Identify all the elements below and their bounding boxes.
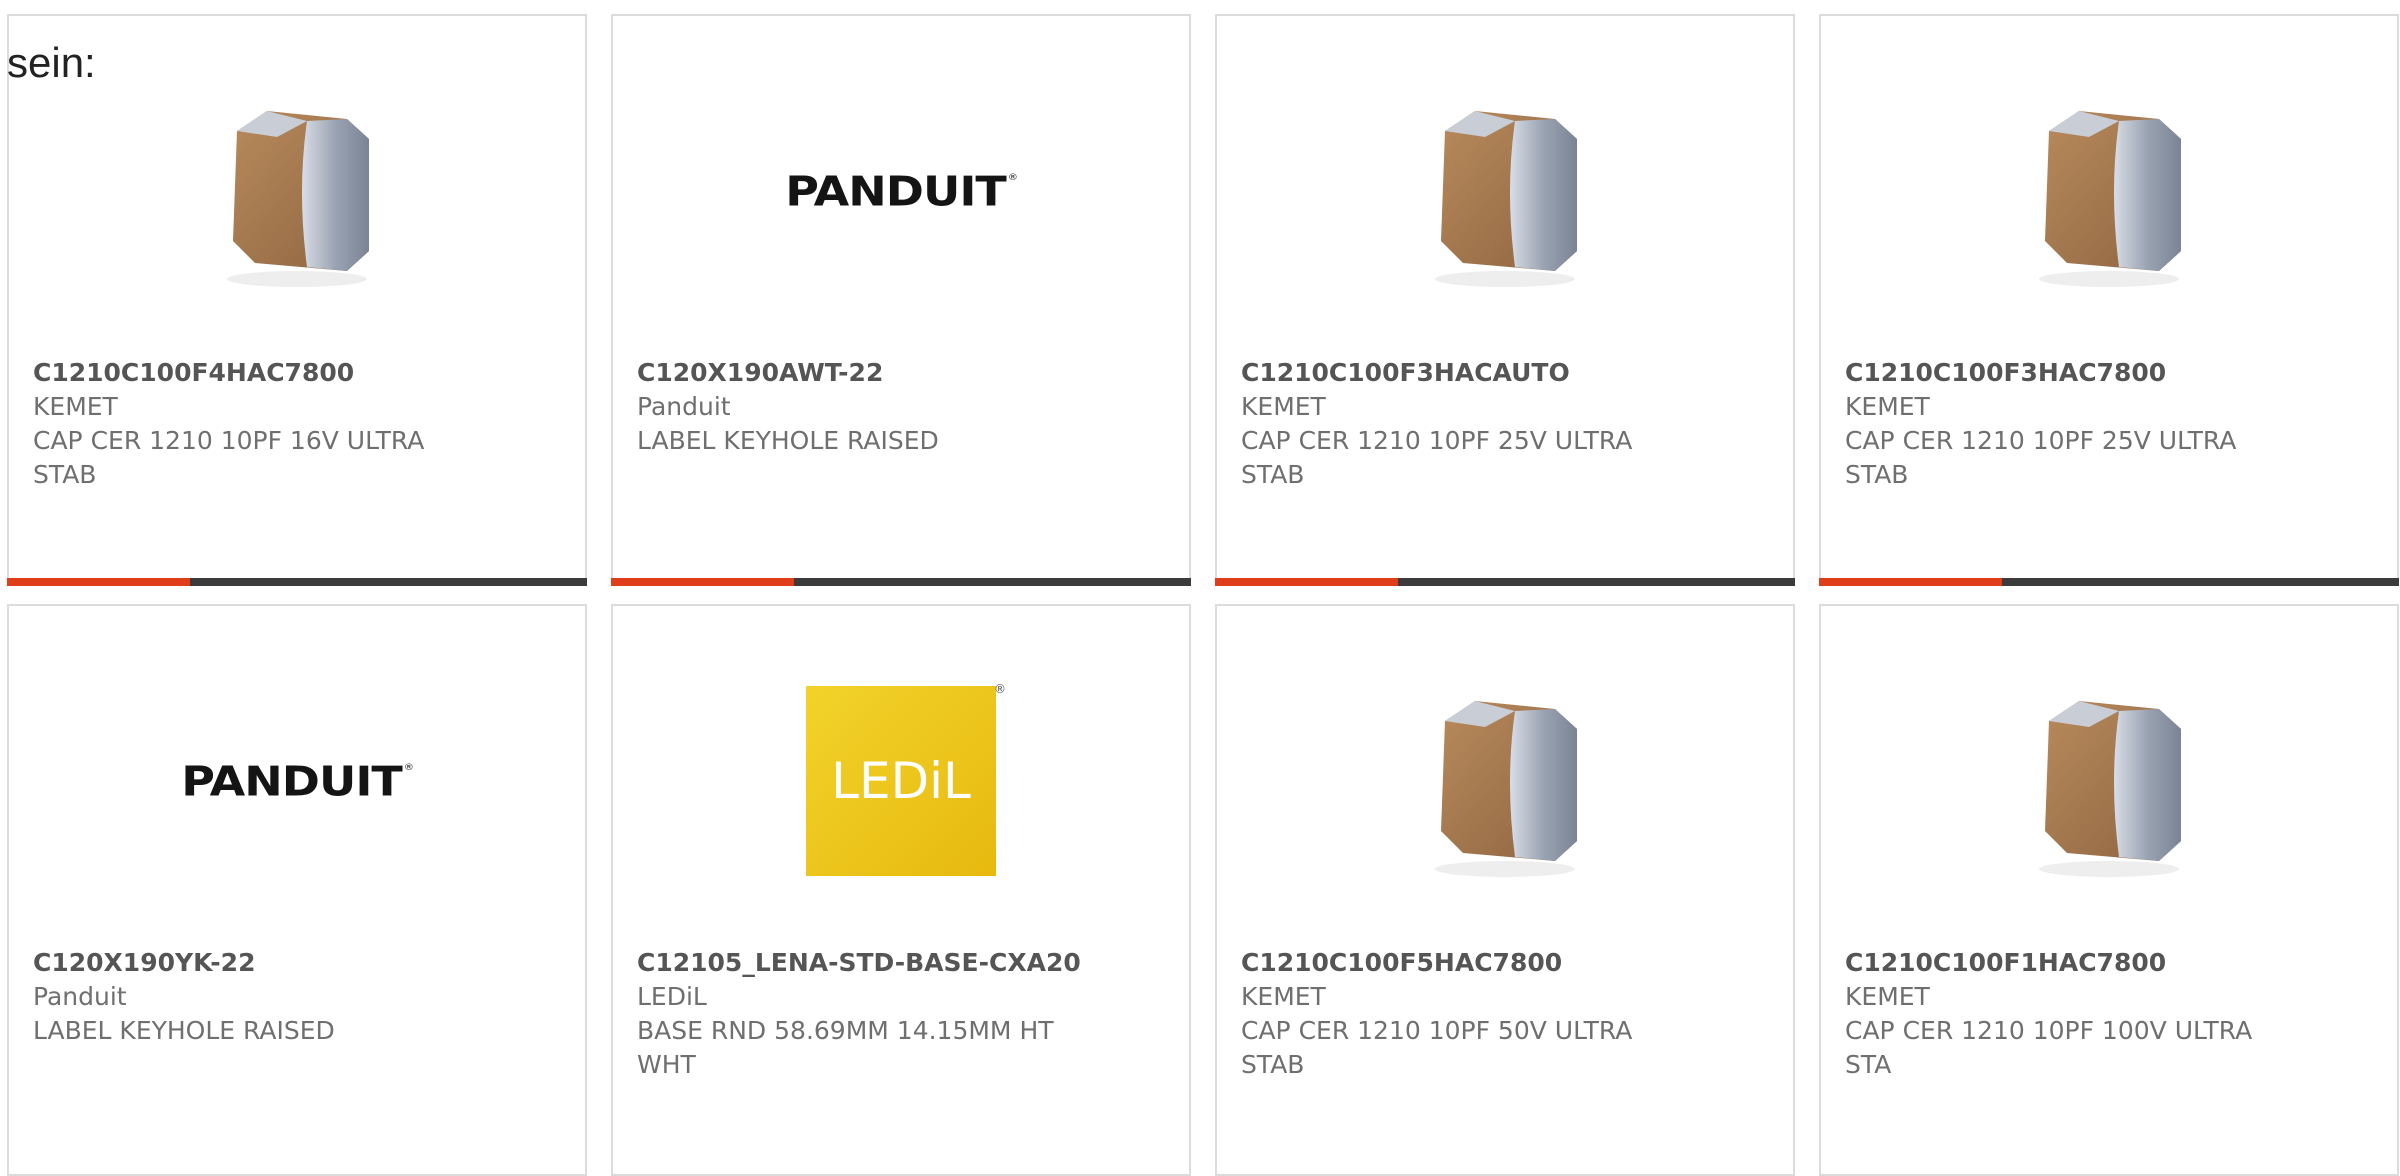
manufacturer: Panduit (33, 982, 127, 1011)
product-image[interactable] (1217, 86, 1793, 296)
card-bottom-bar (611, 578, 1191, 586)
description: LABEL KEYHOLE RAISED (637, 426, 939, 455)
product-card[interactable]: C1210C100F5HAC7800 KEMET CAP CER 1210 10… (1215, 604, 1795, 1176)
product-card[interactable]: PANDUIT ® C120X190AWT-22 Panduit LABEL KE… (611, 14, 1191, 586)
part-number[interactable]: C1210C100F3HACAUTO (1241, 358, 1570, 387)
manufacturer: KEMET (1845, 982, 1930, 1011)
capacitor-image (1435, 111, 1577, 287)
description: BASE RND 58.69MM 14.15MM HT WHT (637, 1016, 1054, 1079)
part-number[interactable]: C1210C100F5HAC7800 (1241, 948, 1562, 977)
description: LABEL KEYHOLE RAISED (33, 1016, 335, 1045)
stray-text: sein: (7, 39, 96, 86)
product-image[interactable]: PANDUIT ® (9, 676, 585, 886)
part-number[interactable]: C1210C100F1HAC7800 (1845, 948, 2166, 977)
manufacturer: Panduit (637, 392, 731, 421)
product-card[interactable]: LEDiL ® C12105_LENA-STD-BASE-CXA20 LEDiL … (611, 604, 1191, 1176)
part-number[interactable]: C120X190YK-22 (33, 948, 255, 977)
card-bottom-bar (1215, 578, 1795, 586)
capacitor-image (2039, 111, 2181, 287)
product-image[interactable]: LEDiL ® (613, 676, 1189, 886)
card-bottom-bar (1819, 578, 2399, 586)
part-number[interactable]: C120X190AWT-22 (637, 358, 883, 387)
part-number[interactable]: C1210C100F4HAC7800 (33, 358, 354, 387)
product-card[interactable]: C1210C100F3HACAUTO KEMET CAP CER 1210 10… (1215, 14, 1795, 586)
capacitor-image (227, 111, 369, 287)
description: CAP CER 1210 10PF 25V ULTRA STAB (1845, 426, 2237, 489)
product-card[interactable]: C1210C100F4HAC7800 KEMET CAP CER 1210 10… (7, 14, 587, 586)
product-image[interactable] (1821, 676, 2397, 886)
description: CAP CER 1210 10PF 100V ULTRA STA (1845, 1016, 2253, 1079)
product-card[interactable]: C1210C100F1HAC7800 KEMET CAP CER 1210 10… (1819, 604, 2399, 1176)
manufacturer: KEMET (1241, 982, 1326, 1011)
part-number[interactable]: C12105_LENA-STD-BASE-CXA20 (637, 948, 1081, 977)
description: CAP CER 1210 10PF 50V ULTRA STAB (1241, 1016, 1633, 1079)
manufacturer: KEMET (33, 392, 118, 421)
product-image[interactable]: PANDUIT ® (613, 86, 1189, 296)
manufacturer: LEDiL (637, 982, 707, 1011)
card-bottom-bar (7, 578, 587, 586)
ledil-logo: LEDiL ® (806, 682, 1006, 876)
product-image[interactable] (1217, 676, 1793, 886)
capacitor-image (1435, 701, 1577, 877)
product-image[interactable] (9, 86, 585, 296)
panduit-logo: PANDUIT ® (785, 166, 1018, 216)
capacitor-image (2039, 701, 2181, 877)
panduit-logo: PANDUIT ® (181, 756, 414, 806)
product-image[interactable] (1821, 86, 2397, 296)
part-number[interactable]: C1210C100F3HAC7800 (1845, 358, 2166, 387)
description: CAP CER 1210 10PF 16V ULTRA STAB (33, 426, 425, 489)
description: CAP CER 1210 10PF 25V ULTRA STAB (1241, 426, 1633, 489)
manufacturer: KEMET (1241, 392, 1326, 421)
product-grid: C1210C100F4HAC7800 KEMET CAP CER 1210 10… (7, 14, 2399, 1176)
manufacturer: KEMET (1845, 392, 1930, 421)
product-card[interactable]: PANDUIT ® C120X190YK-22 Panduit LABEL KEY… (7, 604, 587, 1176)
product-card[interactable]: C1210C100F3HAC7800 KEMET CAP CER 1210 10… (1819, 14, 2399, 586)
